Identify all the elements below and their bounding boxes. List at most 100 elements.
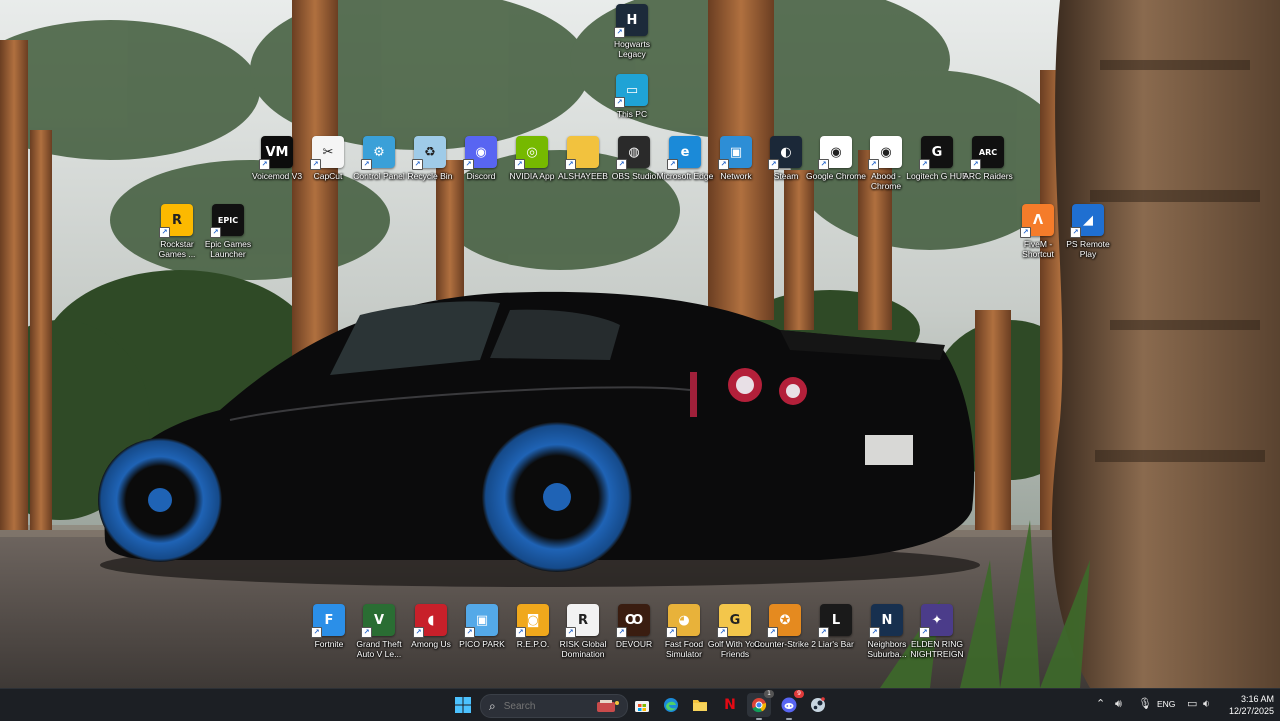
desktop-icon-label: This PC bbox=[616, 109, 648, 119]
shortcut-arrow-icon: ↗ bbox=[259, 159, 270, 170]
desktop-icon-label: PS Remote Play bbox=[1066, 239, 1110, 259]
shortcut-arrow-icon: ↗ bbox=[310, 159, 321, 170]
discord-icon bbox=[781, 697, 797, 713]
desktop-icon-hogwarts[interactable]: H ↗ Hogwarts Legacy bbox=[602, 4, 662, 59]
shortcut-arrow-icon: ↗ bbox=[515, 627, 526, 638]
start-button[interactable] bbox=[451, 693, 475, 717]
shortcut-arrow-icon: ↗ bbox=[361, 627, 372, 638]
desktop-icon-monitor[interactable]: ▭ ↗ This PC bbox=[602, 74, 662, 119]
shortcut-arrow-icon: ↗ bbox=[413, 627, 424, 638]
obs-icon: ◍ ↗ bbox=[616, 136, 650, 170]
shortcut-arrow-icon: ↗ bbox=[767, 627, 778, 638]
search-highlight-icon bbox=[597, 700, 619, 712]
netflix-icon: N bbox=[724, 697, 736, 713]
rockstar-icon: R ↗ bbox=[159, 204, 193, 238]
desktop-icon-arc-raiders[interactable]: ARC ↗ ARC Raiders bbox=[958, 136, 1018, 181]
speaker-tray-icon[interactable]: 🔊︎ bbox=[1115, 697, 1122, 711]
microphone-icon[interactable]: 🎙︎ bbox=[1138, 697, 1152, 710]
chrome-profile-icon: ◉ ↗ bbox=[868, 136, 902, 170]
clock-time: 3:16 AM bbox=[1240, 694, 1274, 704]
shortcut-arrow-icon: ↗ bbox=[412, 159, 423, 170]
capcut-icon: ✂ ↗ bbox=[310, 136, 344, 170]
taskbar: ⌕ N 1 bbox=[0, 688, 1280, 721]
folder-icon: ↗ bbox=[565, 136, 599, 170]
fast-food-icon: ◕ ↗ bbox=[666, 604, 700, 638]
taskbar-steam[interactable] bbox=[806, 693, 830, 717]
shortcut-arrow-icon: ↗ bbox=[1020, 227, 1031, 238]
search-input[interactable] bbox=[501, 699, 586, 713]
desktop-icon-label: ARC Raiders bbox=[963, 171, 1013, 181]
shortcut-arrow-icon: ↗ bbox=[666, 627, 677, 638]
fivem-icon: Λ ↗ bbox=[1020, 204, 1054, 238]
shortcut-arrow-icon: ↗ bbox=[464, 627, 475, 638]
arc-raiders-icon: ARC ↗ bbox=[970, 136, 1004, 170]
shortcut-arrow-icon: ↗ bbox=[818, 159, 829, 170]
fortnite-icon: F ↗ bbox=[311, 604, 345, 638]
taskbar-discord[interactable]: 9 bbox=[777, 690, 804, 720]
volume-icon[interactable]: 🔉︎ bbox=[1203, 697, 1210, 711]
steam-icon bbox=[811, 697, 825, 712]
shortcut-arrow-icon: ↗ bbox=[565, 159, 576, 170]
shortcut-arrow-icon: ↗ bbox=[919, 627, 930, 638]
edge-icon: e ↗ bbox=[667, 136, 701, 170]
edge-icon bbox=[664, 698, 678, 712]
shortcut-arrow-icon: ↗ bbox=[818, 627, 829, 638]
taskbar-store[interactable] bbox=[630, 693, 654, 717]
store-icon bbox=[635, 701, 649, 712]
desktop-icon-label: Epic Games Launcher bbox=[204, 239, 252, 259]
liars-bar-icon: L ↗ bbox=[818, 604, 852, 638]
desktop-icon-label: Hogwarts Legacy bbox=[614, 39, 650, 59]
taskbar-chrome[interactable]: 1 bbox=[747, 690, 774, 720]
taskbar-file-explorer[interactable] bbox=[688, 693, 712, 717]
shortcut-arrow-icon: ↗ bbox=[159, 227, 170, 238]
steam-icon: ◐ ↗ bbox=[768, 136, 802, 170]
counter-strike-icon: ✪ ↗ bbox=[767, 604, 801, 638]
network-status-icon[interactable]: ▭ bbox=[1187, 697, 1197, 710]
hogwarts-icon: H ↗ bbox=[614, 4, 648, 38]
shortcut-arrow-icon: ↗ bbox=[1070, 227, 1081, 238]
recycle-bin-icon: ♻ ↗ bbox=[412, 136, 446, 170]
control-panel-icon: ⚙ ↗ bbox=[361, 136, 395, 170]
golf-icon: G ↗ bbox=[717, 604, 751, 638]
system-clock[interactable]: 3:16 AM 12/27/2025 bbox=[1216, 693, 1274, 717]
ps-remote-play-icon: ◢ ↗ bbox=[1070, 204, 1104, 238]
show-hidden-icons-chevron-icon[interactable]: ⌃ bbox=[1096, 697, 1105, 710]
chrome-icon: ◉ ↗ bbox=[818, 136, 852, 170]
game-icon-gta-v[interactable]: V ↗ Grand Theft Auto V Le... bbox=[349, 604, 409, 659]
shortcut-arrow-icon: ↗ bbox=[667, 159, 678, 170]
among-us-icon: ◖ ↗ bbox=[413, 604, 447, 638]
desktop-icon-label: ELDEN RING NIGHTREIGN bbox=[910, 639, 964, 659]
pico-park-icon: ▣ ↗ bbox=[464, 604, 498, 638]
taskbar-search-box[interactable]: ⌕ bbox=[480, 694, 628, 718]
clock-date: 12/27/2025 bbox=[1228, 706, 1274, 716]
taskbar-netflix[interactable]: N bbox=[718, 693, 742, 717]
shortcut-arrow-icon: ↗ bbox=[463, 159, 474, 170]
game-icon-elden-ring[interactable]: ✦ ↗ ELDEN RING NIGHTREIGN bbox=[907, 604, 967, 659]
shortcut-arrow-icon: ↗ bbox=[868, 159, 879, 170]
logitech-icon: G ↗ bbox=[919, 136, 953, 170]
language-indicator[interactable]: ENG bbox=[1157, 699, 1175, 709]
shortcut-arrow-icon: ↗ bbox=[616, 627, 627, 638]
chrome-notification-badge: 1 bbox=[764, 690, 774, 698]
shortcut-arrow-icon: ↗ bbox=[311, 627, 322, 638]
elden-ring-icon: ✦ ↗ bbox=[919, 604, 953, 638]
chrome-icon bbox=[752, 698, 767, 713]
shortcut-arrow-icon: ↗ bbox=[768, 159, 779, 170]
folder-icon bbox=[693, 700, 707, 711]
repo-icon: ◙ ↗ bbox=[515, 604, 549, 638]
voicemod-icon: VM ↗ bbox=[259, 136, 293, 170]
desktop-icon-ps-remote-play[interactable]: ◢ ↗ PS Remote Play bbox=[1058, 204, 1118, 259]
gta-v-icon: V ↗ bbox=[361, 604, 395, 638]
shortcut-arrow-icon: ↗ bbox=[869, 627, 880, 638]
desktop-icon-epic-games[interactable]: EPIC ↗ Epic Games Launcher bbox=[198, 204, 258, 259]
shortcut-arrow-icon: ↗ bbox=[718, 159, 729, 170]
shortcut-arrow-icon: ↗ bbox=[565, 627, 576, 638]
shortcut-arrow-icon: ↗ bbox=[614, 27, 625, 38]
shortcut-arrow-icon: ↗ bbox=[361, 159, 372, 170]
devour-icon: Ꝏ ↗ bbox=[616, 604, 650, 638]
search-icon: ⌕ bbox=[489, 698, 496, 713]
neighbors-icon: N ↗ bbox=[869, 604, 903, 638]
risk-icon: R ↗ bbox=[565, 604, 599, 638]
nvidia-icon: ◎ ↗ bbox=[514, 136, 548, 170]
taskbar-edge[interactable] bbox=[659, 693, 683, 717]
